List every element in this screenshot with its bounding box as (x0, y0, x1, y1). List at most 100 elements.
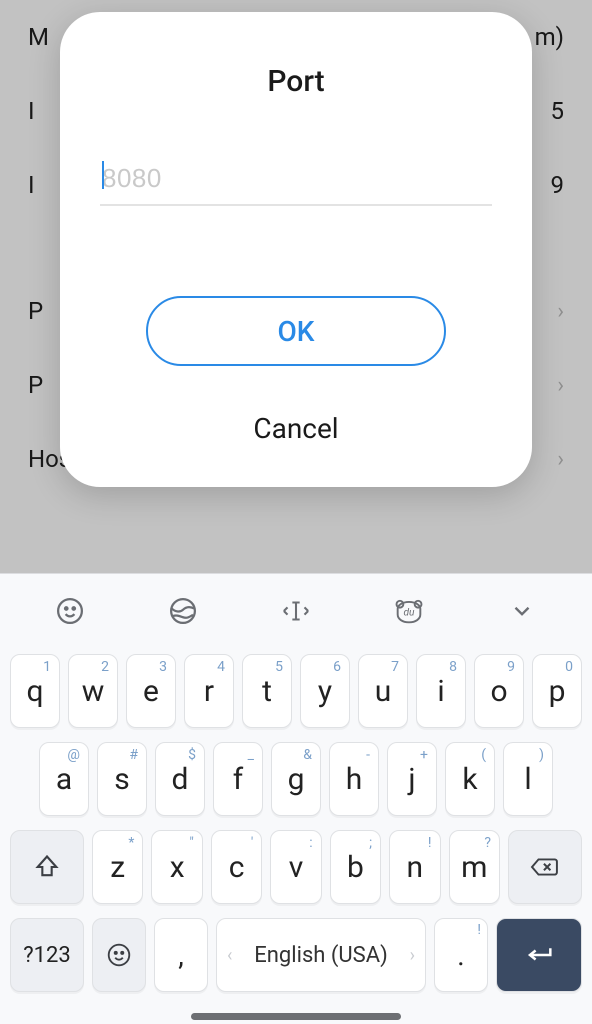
key-s[interactable]: #s (97, 742, 147, 816)
key-main: k (462, 762, 477, 797)
key-v[interactable]: :v (270, 830, 321, 904)
key-superscript: ( (481, 747, 486, 763)
smiley-icon[interactable] (14, 596, 127, 626)
key-main: d (172, 762, 189, 797)
key-main: . (457, 939, 464, 972)
space-key[interactable]: ‹ English (USA) › (216, 918, 426, 992)
key-a[interactable]: @a (39, 742, 89, 816)
key-q[interactable]: 1q (10, 654, 60, 728)
key-superscript: 3 (159, 659, 167, 675)
space-key-label: English (USA) (238, 943, 403, 968)
key-o[interactable]: 9o (474, 654, 524, 728)
key-main: t (262, 674, 272, 709)
key-superscript: 5 (275, 659, 283, 675)
key-main: w (82, 674, 105, 709)
key-main: s (114, 762, 129, 797)
key-superscript: 1 (43, 659, 51, 675)
chevron-left-icon: ‹ (227, 945, 232, 966)
key-main: j (408, 762, 415, 797)
key-x[interactable]: "x (151, 830, 202, 904)
ok-button[interactable]: OK (146, 296, 446, 366)
globe-icon[interactable] (127, 596, 240, 626)
keyboard-rows: 1q2w3e4r5t6y7u8i9o0p @a#s$d_f&g-h+j(k)l … (0, 648, 592, 992)
key-main: z (110, 850, 125, 885)
numeric-toggle-key[interactable]: ?123 (10, 918, 84, 992)
key-i[interactable]: 8i (416, 654, 466, 728)
port-input-wrapper (100, 159, 492, 206)
port-input[interactable] (100, 159, 492, 206)
key-e[interactable]: 3e (126, 654, 176, 728)
key-y[interactable]: 6y (300, 654, 350, 728)
key-superscript: 7 (391, 659, 399, 675)
key-f[interactable]: _f (213, 742, 263, 816)
bear-du-icon[interactable]: du (352, 596, 465, 626)
key-main: b (347, 850, 364, 885)
key-main: q (26, 674, 43, 709)
key-superscript: _ (248, 747, 254, 763)
cancel-button[interactable]: Cancel (100, 406, 492, 451)
key-main: v (289, 850, 304, 885)
key-main: i (437, 674, 444, 709)
key-superscript: & (303, 747, 312, 763)
comma-key[interactable]: , (154, 918, 208, 992)
key-main: o (490, 674, 507, 709)
enter-key[interactable] (496, 918, 582, 992)
key-z[interactable]: *z (92, 830, 143, 904)
backspace-key[interactable] (508, 830, 582, 904)
key-superscript: " (189, 835, 193, 851)
key-h[interactable]: -h (329, 742, 379, 816)
key-k[interactable]: (k (445, 742, 495, 816)
key-c[interactable]: 'c (211, 830, 262, 904)
key-superscript: 8 (449, 659, 457, 675)
key-u[interactable]: 7u (358, 654, 408, 728)
key-superscript: 6 (333, 659, 341, 675)
soft-keyboard: du 1q2w3e4r5t6y7u8i9o0p @a#s$d_f&g-h+j(k… (0, 573, 592, 1024)
key-superscript: 4 (217, 659, 225, 675)
keyboard-toolbar: du (0, 574, 592, 648)
key-l[interactable]: )l (503, 742, 553, 816)
key-r[interactable]: 4r (184, 654, 234, 728)
port-dialog: Port OK Cancel (60, 12, 532, 487)
shift-key[interactable] (10, 830, 84, 904)
key-superscript: * (128, 835, 134, 851)
key-main: u (375, 674, 392, 709)
key-main: n (407, 850, 424, 885)
key-superscript: 9 (507, 659, 515, 675)
key-w[interactable]: 2w (68, 654, 118, 728)
key-j[interactable]: +j (387, 742, 437, 816)
key-t[interactable]: 5t (242, 654, 292, 728)
key-superscript: ! (477, 922, 481, 938)
key-superscript: ; (369, 835, 372, 851)
text-cursor-icon[interactable] (240, 596, 353, 626)
key-n[interactable]: !n (389, 830, 440, 904)
key-m[interactable]: ?m (449, 830, 500, 904)
key-main: p (549, 674, 566, 709)
key-superscript: 2 (101, 659, 109, 675)
keyboard-row: 1q2w3e4r5t6y7u8i9o0p (10, 654, 582, 728)
svg-text:du: du (403, 608, 415, 619)
home-indicator[interactable] (191, 1013, 401, 1020)
emoji-key[interactable] (92, 918, 146, 992)
key-main: r (204, 674, 214, 709)
key-d[interactable]: $d (155, 742, 205, 816)
key-main: c (229, 850, 245, 885)
key-superscript: - (366, 747, 370, 763)
chevron-right-icon: › (410, 945, 415, 966)
key-superscript: # (129, 747, 138, 763)
key-main: a (56, 762, 72, 797)
dialog-title: Port (100, 64, 492, 99)
text-caret (102, 161, 104, 189)
period-key[interactable]: ! . (434, 918, 488, 992)
key-superscript: ) (539, 747, 544, 763)
keyboard-row: ?123 , ‹ English (USA) › ! . (10, 918, 582, 992)
key-p[interactable]: 0p (532, 654, 582, 728)
key-superscript: ' (251, 835, 253, 851)
key-superscript: @ (67, 747, 80, 763)
key-main: m (461, 850, 487, 885)
key-main: f (233, 762, 243, 797)
key-main: x (170, 850, 185, 885)
chevron-down-icon[interactable] (465, 598, 578, 624)
key-g[interactable]: &g (271, 742, 321, 816)
key-b[interactable]: ;b (330, 830, 381, 904)
key-superscript: ! (428, 835, 432, 851)
